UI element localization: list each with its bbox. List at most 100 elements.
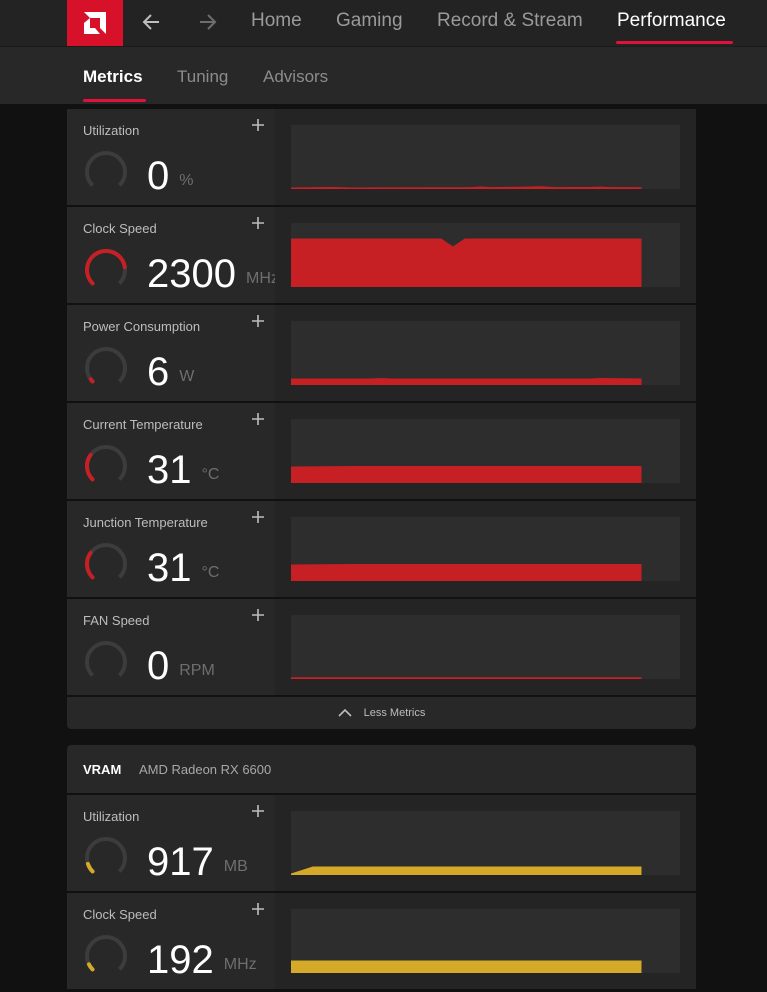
graph-fill (291, 866, 642, 875)
metric-value: 31 (147, 546, 192, 590)
metric-label: Power Consumption (83, 319, 201, 334)
metric-value: 31 (147, 448, 192, 492)
add-metric-icon[interactable] (250, 117, 266, 133)
nav-home[interactable]: Home (251, 10, 302, 32)
graph-fill (291, 960, 642, 973)
metric-unit: RPM (179, 662, 215, 679)
less-metrics-button[interactable]: Less Metrics (67, 697, 696, 729)
add-metric-icon[interactable] (250, 509, 266, 525)
tab-active-indicator (83, 99, 146, 102)
gauge-icon (85, 837, 127, 874)
gauge-value-arc (88, 377, 95, 384)
tab-metrics[interactable]: Metrics (83, 67, 143, 87)
graph-svg (291, 564, 642, 581)
graph-fill (291, 677, 642, 679)
metric-graph (291, 419, 680, 483)
gauge-track (85, 935, 127, 971)
graph-svg (291, 866, 642, 875)
metric-row-fan-speed: FAN Speed 0 RPM (67, 599, 696, 695)
gauge-value-arc (85, 452, 95, 482)
gauge-track (85, 837, 127, 873)
gauge-track (85, 543, 127, 579)
metric-label: Clock Speed (83, 221, 157, 236)
metric-unit: °C (201, 564, 220, 581)
gauge-value-arc (85, 249, 127, 286)
nav-active-indicator (616, 41, 733, 44)
metric-unit: °C (201, 466, 220, 483)
gauge-icon (85, 641, 127, 677)
amd-logo-icon (84, 12, 106, 34)
top-nav-bar: Home Gaming Record & Stream Performance (0, 0, 767, 46)
metric-unit: W (179, 368, 195, 385)
gauge-track (85, 347, 127, 383)
metric-unit: MHz (245, 270, 279, 287)
nav-gaming[interactable]: Gaming (336, 10, 403, 32)
metric-graph (291, 223, 680, 287)
arrow-left-icon (142, 14, 159, 30)
metric-label: Clock Speed (83, 907, 157, 922)
metric-value: 192 (147, 938, 214, 982)
gauge-track (85, 151, 127, 187)
sub-nav-bar: Metrics Tuning Advisors (0, 46, 767, 104)
add-metric-icon[interactable] (250, 803, 266, 819)
metric-value: 2300 (147, 252, 236, 296)
metric-graph (291, 811, 680, 875)
back-button[interactable] (136, 7, 166, 37)
metric-label: Current Temperature (83, 417, 203, 432)
vram-title: VRAM (83, 762, 122, 777)
graph-svg (291, 238, 642, 287)
metric-graph (291, 909, 680, 973)
metric-unit: % (179, 172, 194, 189)
metric-row-utilization: Utilization 0 % (67, 109, 696, 205)
gauge-icon (85, 543, 127, 580)
nav-performance[interactable]: Performance (617, 10, 726, 32)
metric-row-junction-temperature: Junction Temperature 31 °C (67, 501, 696, 597)
less-metrics-label: Less Metrics (363, 707, 426, 719)
add-metric-icon[interactable] (250, 313, 266, 329)
metric-row-clock-speed: Clock Speed 2300 MHz (67, 207, 696, 303)
gauge-icon (85, 935, 127, 972)
graph-svg (291, 466, 642, 483)
metric-label: FAN Speed (83, 613, 150, 628)
chevron-up-icon (338, 708, 352, 717)
gauge-icon (85, 347, 127, 384)
tab-advisors[interactable]: Advisors (263, 67, 328, 87)
metric-graph (291, 517, 680, 581)
metric-label: Junction Temperature (83, 515, 208, 530)
gauge-icon (85, 249, 127, 286)
gauge-icon (85, 445, 127, 482)
add-metric-icon[interactable] (250, 411, 266, 427)
metric-graph (291, 125, 680, 189)
vram-device-name: AMD Radeon RX 6600 (139, 762, 272, 777)
metric-label: Utilization (83, 123, 140, 138)
graph-fill (291, 186, 642, 189)
graph-svg (291, 960, 642, 973)
metric-value: 6 (147, 350, 170, 394)
add-metric-icon[interactable] (250, 607, 266, 623)
gauge-track (85, 445, 127, 481)
graph-fill (291, 466, 642, 483)
nav-record-stream[interactable]: Record & Stream (437, 10, 583, 32)
amd-logo[interactable] (67, 0, 123, 46)
metric-value: 917 (147, 840, 214, 884)
gauge-value-arc (85, 550, 95, 580)
add-metric-icon[interactable] (250, 901, 266, 917)
metric-label: Utilization (83, 809, 140, 824)
vram-row-utilization: Utilization 917 MB (67, 795, 696, 891)
gauge-value-arc (85, 861, 95, 874)
vram-section-header: VRAM AMD Radeon RX 6600 (67, 745, 696, 793)
metric-graph (291, 321, 680, 385)
metric-row-power-consumption: Power Consumption 6 W (67, 305, 696, 401)
metric-unit: MB (223, 858, 248, 875)
gauge-icon (85, 151, 127, 187)
arrow-right-icon (200, 14, 217, 30)
add-metric-icon[interactable] (250, 215, 266, 231)
metric-value: 0 (147, 154, 170, 198)
tab-tuning[interactable]: Tuning (177, 67, 228, 87)
forward-button[interactable] (193, 7, 223, 37)
graph-svg (291, 377, 642, 385)
gauge-track (85, 641, 127, 677)
graph-fill (291, 564, 642, 581)
vram-row-clock-speed: Clock Speed 192 MHz (67, 893, 696, 989)
graph-svg (291, 186, 642, 189)
